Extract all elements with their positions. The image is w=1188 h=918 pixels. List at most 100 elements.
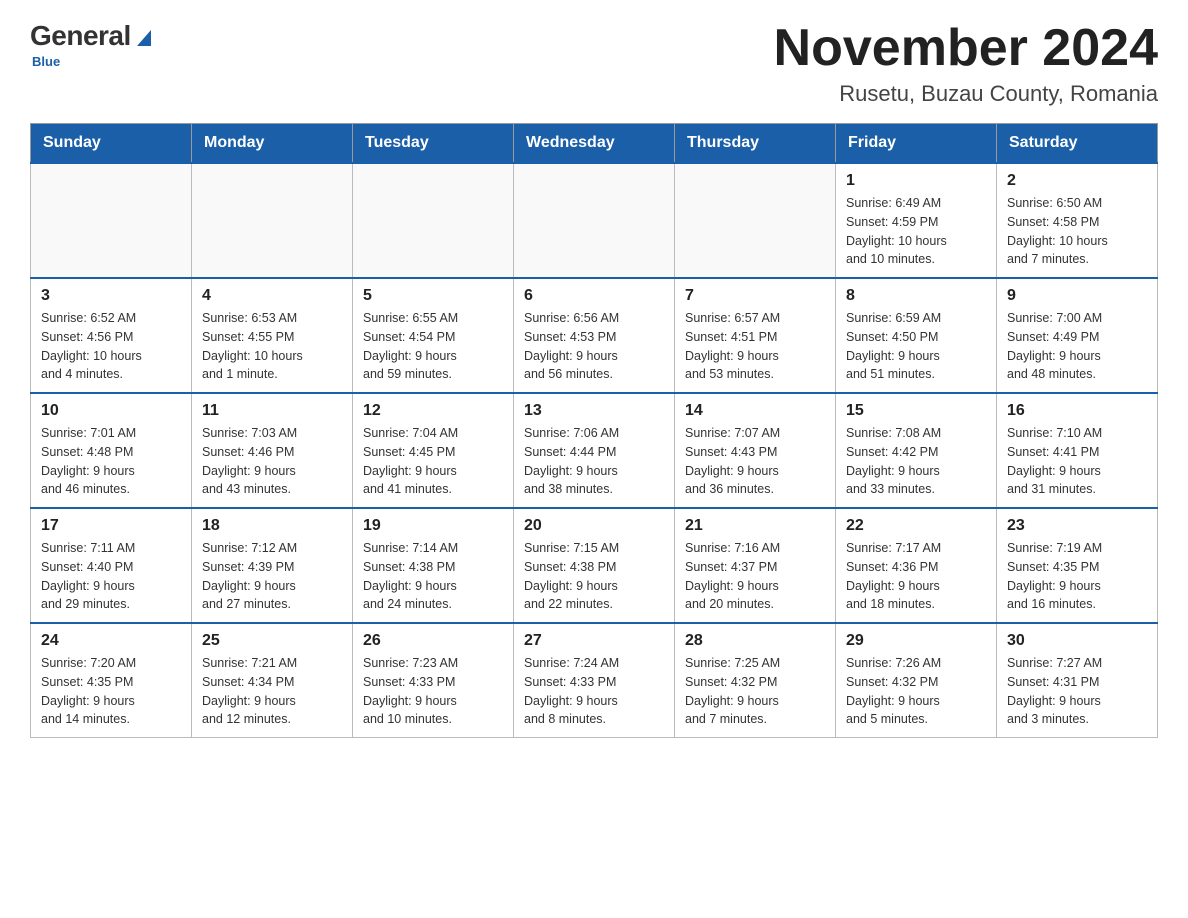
day-number: 16 xyxy=(1007,402,1147,420)
title-area: November 2024 Rusetu, Buzau County, Roma… xyxy=(774,20,1158,107)
calendar-cell: 24 Sunrise: 7:20 AM Sunset: 4:35 PM Dayli… xyxy=(31,623,192,738)
logo-blue-block xyxy=(131,24,155,48)
week-row-1: 1 Sunrise: 6:49 AM Sunset: 4:59 PM Daylig… xyxy=(31,163,1158,278)
calendar-cell xyxy=(675,163,836,278)
day-number: 3 xyxy=(41,287,181,305)
col-header-thursday: Thursday xyxy=(675,124,836,164)
week-row-3: 10Sunrise: 7:01 AM Sunset: 4:48 PM Dayli… xyxy=(31,393,1158,508)
day-info: Sunrise: 7:06 AM Sunset: 4:44 PM Dayligh… xyxy=(524,424,664,499)
day-info: Sunrise: 7:15 AM Sunset: 4:38 PM Dayligh… xyxy=(524,539,664,614)
day-info: Sunrise: 7:10 AM Sunset: 4:41 PM Dayligh… xyxy=(1007,424,1147,499)
day-info: Sunrise: 6:53 AM Sunset: 4:55 PM Dayligh… xyxy=(202,309,342,384)
calendar-cell: 4Sunrise: 6:53 AM Sunset: 4:55 PM Daylig… xyxy=(192,278,353,393)
calendar-cell: 27Sunrise: 7:24 AM Sunset: 4:33 PM Dayli… xyxy=(514,623,675,738)
day-number: 18 xyxy=(202,517,342,535)
day-number: 5 xyxy=(363,287,503,305)
calendar-cell xyxy=(353,163,514,278)
day-info: Sunrise: 7:26 AM Sunset: 4:32 PM Dayligh… xyxy=(846,654,986,729)
day-info: Sunrise: 6:55 AM Sunset: 4:54 PM Dayligh… xyxy=(363,309,503,384)
col-header-tuesday: Tuesday xyxy=(353,124,514,164)
calendar-cell: 13 Sunrise: 7:06 AM Sunset: 4:44 PM Dayli… xyxy=(514,393,675,508)
day-number: 15 xyxy=(846,402,986,420)
day-number: 9 xyxy=(1007,287,1147,305)
day-info: Sunrise: 7:04 AM Sunset: 4:45 PM Dayligh… xyxy=(363,424,503,499)
week-row-4: 17 Sunrise: 7:11 AM Sunset: 4:40 PM Dayli… xyxy=(31,508,1158,623)
calendar-cell: 14 Sunrise: 7:07 AM Sunset: 4:43 PM Dayli… xyxy=(675,393,836,508)
col-header-saturday: Saturday xyxy=(997,124,1158,164)
day-info: Sunrise: 7:07 AM Sunset: 4:43 PM Dayligh… xyxy=(685,424,825,499)
week-row-2: 3 Sunrise: 6:52 AM Sunset: 4:56 PM Daylig… xyxy=(31,278,1158,393)
day-number: 14 xyxy=(685,402,825,420)
calendar-cell: 25Sunrise: 7:21 AM Sunset: 4:34 PM Dayli… xyxy=(192,623,353,738)
calendar-cell: 29 Sunrise: 7:26 AM Sunset: 4:32 PM Dayli… xyxy=(836,623,997,738)
calendar-cell: 5 Sunrise: 6:55 AM Sunset: 4:54 PM Daylig… xyxy=(353,278,514,393)
calendar-cell: 3 Sunrise: 6:52 AM Sunset: 4:56 PM Daylig… xyxy=(31,278,192,393)
day-number: 28 xyxy=(685,632,825,650)
day-number: 10 xyxy=(41,402,181,420)
day-info: Sunrise: 7:12 AM Sunset: 4:39 PM Dayligh… xyxy=(202,539,342,614)
day-number: 11 xyxy=(202,402,342,420)
logo-subtitle: Blue xyxy=(32,54,60,69)
day-info: Sunrise: 7:03 AM Sunset: 4:46 PM Dayligh… xyxy=(202,424,342,499)
calendar-cell: 11 Sunrise: 7:03 AM Sunset: 4:46 PM Dayli… xyxy=(192,393,353,508)
calendar-cell: 12 Sunrise: 7:04 AM Sunset: 4:45 PM Dayli… xyxy=(353,393,514,508)
day-info: Sunrise: 7:00 AM Sunset: 4:49 PM Dayligh… xyxy=(1007,309,1147,384)
calendar-cell: 26 Sunrise: 7:23 AM Sunset: 4:33 PM Dayli… xyxy=(353,623,514,738)
day-number: 6 xyxy=(524,287,664,305)
calendar-cell: 2Sunrise: 6:50 AM Sunset: 4:58 PM Daylig… xyxy=(997,163,1158,278)
calendar-cell: 22 Sunrise: 7:17 AM Sunset: 4:36 PM Dayli… xyxy=(836,508,997,623)
calendar-cell: 15 Sunrise: 7:08 AM Sunset: 4:42 PM Dayli… xyxy=(836,393,997,508)
calendar-table: SundayMondayTuesdayWednesdayThursdayFrid… xyxy=(30,123,1158,738)
calendar-cell: 8 Sunrise: 6:59 AM Sunset: 4:50 PM Daylig… xyxy=(836,278,997,393)
day-number: 8 xyxy=(846,287,986,305)
day-info: Sunrise: 6:59 AM Sunset: 4:50 PM Dayligh… xyxy=(846,309,986,384)
day-number: 12 xyxy=(363,402,503,420)
calendar-cell: 21 Sunrise: 7:16 AM Sunset: 4:37 PM Dayli… xyxy=(675,508,836,623)
calendar-title: November 2024 xyxy=(774,20,1158,77)
col-header-sunday: Sunday xyxy=(31,124,192,164)
logo-general-text: General xyxy=(30,20,131,52)
day-number: 13 xyxy=(524,402,664,420)
day-number: 30 xyxy=(1007,632,1147,650)
header-area: General Blue November 2024 Rusetu, Buzau… xyxy=(30,20,1158,107)
calendar-cell: 7Sunrise: 6:57 AM Sunset: 4:51 PM Daylig… xyxy=(675,278,836,393)
day-info: Sunrise: 7:24 AM Sunset: 4:33 PM Dayligh… xyxy=(524,654,664,729)
day-number: 26 xyxy=(363,632,503,650)
day-info: Sunrise: 7:16 AM Sunset: 4:37 PM Dayligh… xyxy=(685,539,825,614)
day-number: 21 xyxy=(685,517,825,535)
calendar-cell: 10Sunrise: 7:01 AM Sunset: 4:48 PM Dayli… xyxy=(31,393,192,508)
calendar-cell: 18 Sunrise: 7:12 AM Sunset: 4:39 PM Dayli… xyxy=(192,508,353,623)
day-info: Sunrise: 7:19 AM Sunset: 4:35 PM Dayligh… xyxy=(1007,539,1147,614)
day-number: 24 xyxy=(41,632,181,650)
day-info: Sunrise: 7:27 AM Sunset: 4:31 PM Dayligh… xyxy=(1007,654,1147,729)
calendar-cell: 1 Sunrise: 6:49 AM Sunset: 4:59 PM Daylig… xyxy=(836,163,997,278)
day-info: Sunrise: 7:08 AM Sunset: 4:42 PM Dayligh… xyxy=(846,424,986,499)
calendar-cell xyxy=(514,163,675,278)
calendar-cell xyxy=(31,163,192,278)
calendar-cell xyxy=(192,163,353,278)
day-number: 29 xyxy=(846,632,986,650)
day-number: 7 xyxy=(685,287,825,305)
day-info: Sunrise: 6:49 AM Sunset: 4:59 PM Dayligh… xyxy=(846,194,986,269)
day-info: Sunrise: 7:17 AM Sunset: 4:36 PM Dayligh… xyxy=(846,539,986,614)
day-number: 22 xyxy=(846,517,986,535)
day-info: Sunrise: 7:23 AM Sunset: 4:33 PM Dayligh… xyxy=(363,654,503,729)
day-info: Sunrise: 7:11 AM Sunset: 4:40 PM Dayligh… xyxy=(41,539,181,614)
calendar-location: Rusetu, Buzau County, Romania xyxy=(774,81,1158,107)
week-row-5: 24 Sunrise: 7:20 AM Sunset: 4:35 PM Dayli… xyxy=(31,623,1158,738)
day-info: Sunrise: 7:20 AM Sunset: 4:35 PM Dayligh… xyxy=(41,654,181,729)
col-header-wednesday: Wednesday xyxy=(514,124,675,164)
day-number: 23 xyxy=(1007,517,1147,535)
day-number: 17 xyxy=(41,517,181,535)
col-header-monday: Monday xyxy=(192,124,353,164)
day-info: Sunrise: 6:52 AM Sunset: 4:56 PM Dayligh… xyxy=(41,309,181,384)
day-info: Sunrise: 7:25 AM Sunset: 4:32 PM Dayligh… xyxy=(685,654,825,729)
calendar-header-row: SundayMondayTuesdayWednesdayThursdayFrid… xyxy=(31,124,1158,164)
calendar-cell: 19Sunrise: 7:14 AM Sunset: 4:38 PM Dayli… xyxy=(353,508,514,623)
logo: General Blue xyxy=(30,20,155,69)
day-info: Sunrise: 6:56 AM Sunset: 4:53 PM Dayligh… xyxy=(524,309,664,384)
calendar-cell: 17 Sunrise: 7:11 AM Sunset: 4:40 PM Dayli… xyxy=(31,508,192,623)
day-number: 1 xyxy=(846,172,986,190)
col-header-friday: Friday xyxy=(836,124,997,164)
calendar-cell: 28 Sunrise: 7:25 AM Sunset: 4:32 PM Dayli… xyxy=(675,623,836,738)
